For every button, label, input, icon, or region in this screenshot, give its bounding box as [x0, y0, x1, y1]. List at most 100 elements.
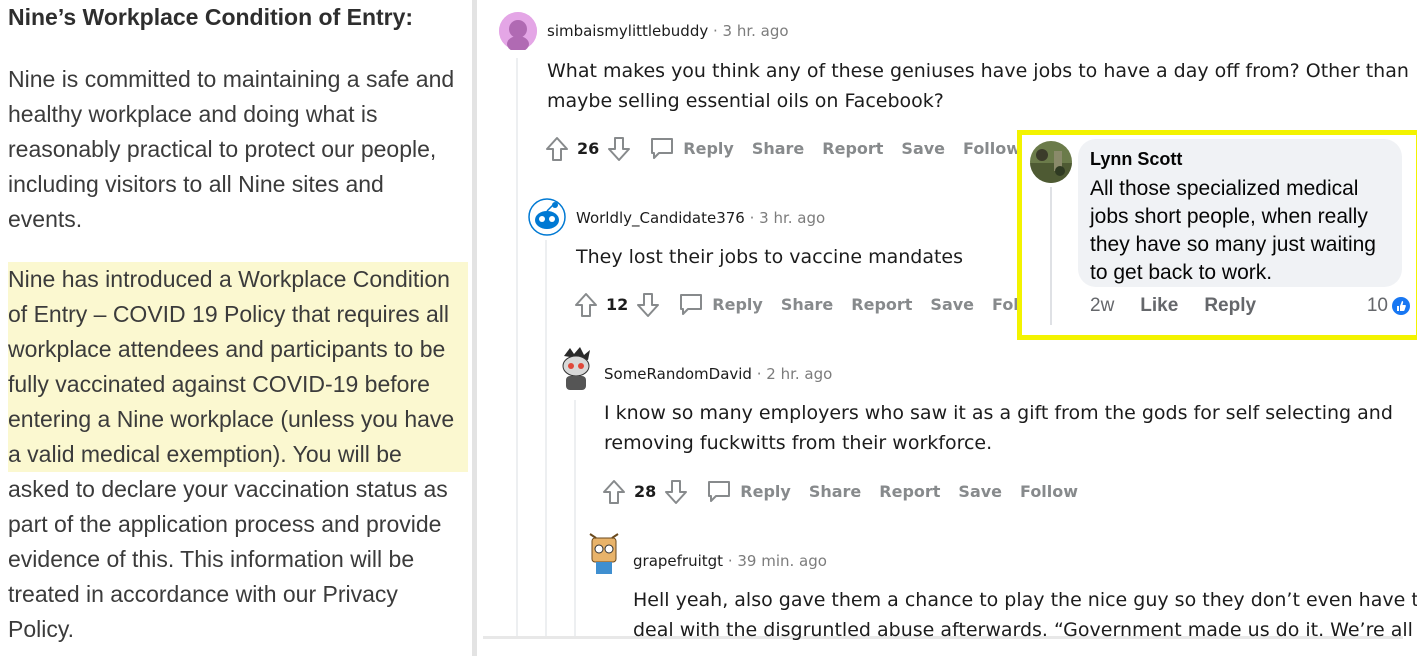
policy-paragraph-2: Nine has introduced a Workplace Conditio…: [8, 262, 468, 647]
reply-button[interactable]: Reply: [678, 291, 763, 317]
upvote-icon[interactable]: [545, 136, 569, 161]
comment-icon: [708, 481, 731, 502]
highlighted-line: a valid medical exemption). You will be: [8, 437, 468, 472]
avatar[interactable]: [584, 530, 622, 574]
policy-line: including visitors to all Nine sites and: [8, 171, 384, 197]
reactions[interactable]: 10: [1367, 295, 1410, 317]
reply-label[interactable]: Reply: [683, 139, 734, 158]
upvote-icon[interactable]: [602, 479, 626, 504]
follow-button[interactable]: Follow: [963, 139, 1021, 158]
comment-text: All those specialized medical jobs short…: [1090, 175, 1376, 287]
comment-line: deal with the disgruntled abuse afterwar…: [633, 619, 1417, 641]
comment-line: they have so many just waiting: [1090, 233, 1376, 256]
highlighted-line: of Entry – COVID 19 Policy that requires…: [8, 297, 468, 332]
thread-line: [516, 58, 518, 636]
vote-count: 28: [634, 481, 657, 501]
highlighted-line: Nine has introduced a Workplace Conditio…: [8, 262, 468, 297]
comment-line: All those specialized medical: [1090, 177, 1359, 200]
username[interactable]: SomeRandomDavid: [604, 365, 752, 383]
policy-heading: Nine’s Workplace Condition of Entry:: [8, 4, 414, 30]
highlighted-line: workplace attendees and participants to …: [8, 332, 468, 367]
username[interactable]: simbaismylittlebuddy: [547, 22, 708, 40]
policy-paragraph-1: Nine is committed to maintaining a safe …: [8, 62, 454, 237]
comment-body: They lost their jobs to vaccine mandates: [576, 242, 963, 272]
comment-author[interactable]: Worldly_Candidate376 · 3 hr. ago: [576, 209, 825, 227]
policy-line: treated in accordance with our Privacy: [8, 581, 398, 607]
policy-line: evidence of this. This information will …: [8, 546, 415, 572]
downvote-icon[interactable]: [607, 136, 631, 161]
reply-label[interactable]: Reply: [712, 295, 763, 314]
reply-button[interactable]: Reply: [649, 135, 734, 161]
avatar[interactable]: [528, 198, 566, 236]
comment-icon: [651, 138, 674, 159]
report-button[interactable]: Report: [851, 295, 912, 314]
panel-divider: [472, 0, 477, 656]
downvote-icon[interactable]: [636, 292, 660, 317]
facebook-actions: 2w Like Reply: [1090, 295, 1282, 317]
report-button[interactable]: Report: [879, 482, 940, 501]
comment-bubble: Lynn Scott All those specialized medical…: [1078, 139, 1402, 287]
comment-actions: 12 Reply Share Report Save Follow: [574, 289, 1050, 319]
follow-button[interactable]: Follow: [1020, 482, 1078, 501]
username[interactable]: Worldly_Candidate376: [576, 209, 745, 227]
policy-line: healthy workplace and doing what is: [8, 101, 378, 127]
policy-line: asked to declare your vaccination status…: [8, 476, 448, 502]
thread-line: [1050, 187, 1052, 325]
timestamp[interactable]: · 39 min. ago: [723, 552, 827, 570]
comment-body: What makes you think any of these genius…: [547, 56, 1409, 116]
share-button[interactable]: Share: [809, 482, 861, 501]
avatar[interactable]: [556, 346, 594, 390]
comment-actions: 28 Reply Share Report Save Follow: [602, 476, 1078, 506]
timestamp[interactable]: 2w: [1090, 295, 1114, 317]
comment-body: Hell yeah, also gave them a chance to pl…: [633, 585, 1417, 645]
highlighted-line: fully vaccinated against COVID-19 before: [8, 367, 468, 402]
save-button[interactable]: Save: [930, 295, 974, 314]
thread-line: [545, 240, 547, 636]
comment-body: I know so many employers who saw it as a…: [604, 398, 1393, 458]
comment-line: jobs short people, when really: [1090, 205, 1368, 228]
comment-author[interactable]: SomeRandomDavid · 2 hr. ago: [604, 365, 832, 383]
upvote-icon[interactable]: [574, 292, 598, 317]
timestamp[interactable]: · 2 hr. ago: [752, 365, 833, 383]
like-reaction-icon: [1392, 297, 1410, 315]
policy-line: part of the application process and prov…: [8, 511, 442, 537]
comment-line: maybe selling essential oils on Facebook…: [547, 90, 944, 112]
policy-panel: Nine’s Workplace Condition of Entry: Nin…: [0, 0, 472, 656]
comment-line: Hell yeah, also gave them a chance to pl…: [633, 589, 1417, 611]
vote-count: 12: [606, 294, 629, 314]
highlighted-line: entering a Nine workplace (unless you ha…: [8, 402, 468, 437]
comment-author[interactable]: simbaismylittlebuddy · 3 hr. ago: [547, 22, 789, 40]
comment-line: I know so many employers who saw it as a…: [604, 402, 1393, 424]
comment-line: What makes you think any of these genius…: [547, 60, 1409, 82]
comment-line: They lost their jobs to vaccine mandates: [576, 246, 964, 268]
timestamp[interactable]: · 3 hr. ago: [745, 209, 826, 227]
thread-line: [574, 400, 576, 636]
comment-line: removing fuckwitts from their workforce.: [604, 432, 993, 454]
policy-line: Nine is committed to maintaining a safe …: [8, 66, 455, 92]
reply-label[interactable]: Reply: [740, 482, 791, 501]
like-button[interactable]: Like: [1140, 295, 1178, 317]
avatar[interactable]: [499, 12, 537, 52]
facebook-comment-box: Lynn Scott All those specialized medical…: [1017, 130, 1417, 340]
reaction-count: 10: [1366, 295, 1388, 316]
save-button[interactable]: Save: [901, 139, 945, 158]
share-button[interactable]: Share: [781, 295, 833, 314]
reply-button[interactable]: Reply: [706, 478, 791, 504]
save-button[interactable]: Save: [958, 482, 1002, 501]
comment-author[interactable]: grapefruitgt · 39 min. ago: [633, 552, 827, 570]
share-button[interactable]: Share: [752, 139, 804, 158]
policy-line: Policy.: [8, 616, 75, 642]
comment-actions: 26 Reply Share Report Save Follow: [545, 133, 1021, 163]
username[interactable]: grapefruitgt: [633, 552, 723, 570]
policy-line: events.: [8, 206, 83, 232]
commenter-name[interactable]: Lynn Scott: [1090, 149, 1182, 170]
comment-icon: [680, 294, 703, 315]
policy-line: reasonably practical to protect our peop…: [8, 136, 437, 162]
downvote-icon[interactable]: [664, 479, 688, 504]
comment-line: to get back to work.: [1090, 261, 1273, 284]
reply-button[interactable]: Reply: [1204, 295, 1256, 317]
avatar[interactable]: [1030, 141, 1072, 183]
report-button[interactable]: Report: [822, 139, 883, 158]
timestamp[interactable]: · 3 hr. ago: [708, 22, 789, 40]
vote-count: 26: [577, 138, 600, 158]
